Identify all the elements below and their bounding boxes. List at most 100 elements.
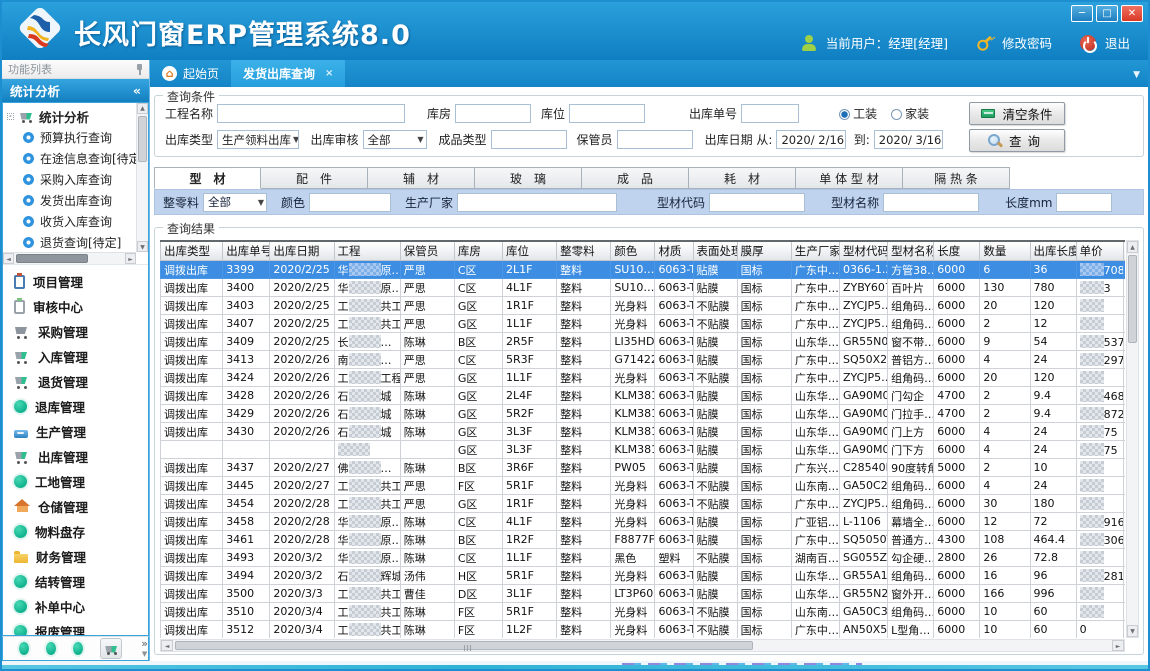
project-name-input[interactable] xyxy=(217,104,405,123)
minimize-button[interactable]: ─ xyxy=(1071,5,1093,22)
scroll-right-icon[interactable]: ► xyxy=(125,253,136,264)
table-row[interactable]: 调拨出库34302020/2/26石城陈琳G区3L3F整料KLM38176063… xyxy=(161,423,1126,441)
radio-jiazhuang[interactable]: 家装 xyxy=(891,105,929,122)
material-tab[interactable]: 成 品 xyxy=(582,167,689,189)
column-header[interactable]: 数量 xyxy=(980,241,1030,261)
sidebar-item-退库管理[interactable]: 退库管理 xyxy=(3,394,148,419)
table-row[interactable]: 调拨出库34002020/2/25华原…严思C区4L1F整料SU10…6063-… xyxy=(161,279,1126,297)
table-vertical-scrollbar[interactable]: ▲ ▼ xyxy=(1126,240,1139,638)
maker-input[interactable] xyxy=(457,193,617,212)
table-row[interactable]: 调拨出库34092020/2/25长…陈琳B区2R5F整料LI35HD6063-… xyxy=(161,333,1126,351)
column-header[interactable]: 整零料 xyxy=(557,241,611,261)
material-tab[interactable]: 辅 材 xyxy=(368,167,475,189)
scroll-left-icon[interactable]: ◄ xyxy=(3,253,14,264)
footer-cart-button[interactable] xyxy=(100,638,122,659)
order-no-input[interactable] xyxy=(741,104,799,123)
tree-expand-icon[interactable]: - xyxy=(7,113,14,120)
column-header[interactable]: 单价 xyxy=(1076,241,1123,261)
sidebar-item-出库管理[interactable]: 出库管理 xyxy=(3,444,148,469)
sidebar-item-结转管理[interactable]: 结转管理 xyxy=(3,569,148,594)
scroll-left-icon[interactable]: ◄ xyxy=(161,640,173,651)
table-row[interactable]: 调拨出库34132020/2/26南…严思C区5R3F整料G714226063-… xyxy=(161,351,1126,369)
table-row[interactable]: 调拨出库34452020/2/27工共工程严思F区5R1F整料光身料6063-T… xyxy=(161,477,1126,495)
table-row[interactable]: 调拨出库34072020/2/25工共工程严思G区1L1F整料光身料6063-T… xyxy=(161,315,1126,333)
section-header[interactable]: 统计分析 « xyxy=(2,79,149,102)
pin-icon[interactable] xyxy=(136,64,143,75)
whole-part-select[interactable]: 全部▼ xyxy=(203,193,267,212)
sidebar-item-补单中心[interactable]: 补单中心 xyxy=(3,594,148,619)
column-header[interactable]: 工程 xyxy=(334,241,400,261)
sidebar-item-仓储管理[interactable]: 仓储管理 xyxy=(3,494,148,519)
footer-dot-icon[interactable] xyxy=(73,642,83,655)
table-row[interactable]: 调拨出库33992020/2/25华原…严思C区2L1F整料SU10…6063-… xyxy=(161,261,1126,279)
material-tab[interactable]: 型 材 xyxy=(154,167,261,189)
table-row[interactable]: 调拨出库34282020/2/26石城陈琳G区2L4F整料KLM38176063… xyxy=(161,387,1126,405)
column-header[interactable]: 生产厂家 xyxy=(791,241,839,261)
table-horizontal-scrollbar[interactable]: ◄ ► xyxy=(160,639,1125,652)
table-row[interactable]: 调拨出库34612020/2/28华原…陈琳B区1R2F整料F8877FT606… xyxy=(161,531,1126,549)
column-header[interactable]: 保管员 xyxy=(400,241,454,261)
table-row[interactable]: 调拨出库34032020/2/25工共工程严思G区1R1F整料光身料6063-T… xyxy=(161,297,1126,315)
sidebar-item-物料盘存[interactable]: 物料盘存 xyxy=(3,519,148,544)
sidebar-item-项目管理[interactable]: 项目管理 xyxy=(3,269,148,294)
material-tab[interactable]: 配 件 xyxy=(261,167,368,189)
table-row[interactable]: 调拨出库34932020/3/2华原…陈琳C区1L1F整料黑色塑料不贴膜国标湖南… xyxy=(161,549,1126,567)
column-header[interactable]: 颜色 xyxy=(611,241,655,261)
tab-shipment-query[interactable]: 发货出库查询 × xyxy=(231,60,345,87)
table-row[interactable]: 调拨出库34372020/2/27佛…陈琳B区3R6F整料PW056063-T5… xyxy=(161,459,1126,477)
tree-item[interactable]: 退货查询[待定] xyxy=(7,232,136,252)
scroll-right-icon[interactable]: ► xyxy=(1112,640,1124,651)
tree-vertical-scrollbar[interactable]: ▲ ▼ xyxy=(136,103,148,252)
table-row[interactable]: 调拨出库35122020/3/4工共工程陈琳F区1L2F整料光身料6063-T5… xyxy=(161,621,1126,639)
material-tab[interactable]: 玻 璃 xyxy=(475,167,582,189)
profile-name-input[interactable] xyxy=(883,193,979,212)
tree-root[interactable]: - 统计分析 xyxy=(7,105,136,127)
audit-select[interactable]: 全部▼ xyxy=(363,130,427,149)
table-vscroll-thumb[interactable] xyxy=(1128,255,1137,343)
footer-expander[interactable]: »▼ xyxy=(141,639,148,659)
warehouse-input[interactable] xyxy=(455,104,531,123)
product-type-input[interactable] xyxy=(491,130,567,149)
table-row[interactable]: 调拨出库34582020/2/28华原…陈琳C区4L1F整料光身料6063-T5… xyxy=(161,513,1126,531)
column-header[interactable]: 型材代码 xyxy=(839,241,887,261)
table-row[interactable]: 调拨出库34542020/2/28工共工程严思G区1R1F整料光身料6063-T… xyxy=(161,495,1126,513)
outbound-type-select[interactable]: 生产领料出库▼ xyxy=(217,130,299,149)
location-input[interactable] xyxy=(569,104,645,123)
footer-dot-icon[interactable] xyxy=(46,642,56,655)
tree-vscroll-thumb[interactable] xyxy=(138,116,147,162)
table-row[interactable]: 调拨出库34292020/2/26石城陈琳G区5R2F整料KLM38176063… xyxy=(161,405,1126,423)
scroll-up-icon[interactable]: ▲ xyxy=(137,103,148,114)
table-row[interactable]: 调拨出库34242020/2/26工工程严思G区1L1F整料光身料6063-T5… xyxy=(161,369,1126,387)
tree-item[interactable]: 收货入库查询 xyxy=(7,211,136,232)
material-tab[interactable]: 耗 材 xyxy=(689,167,796,189)
tab-close-icon[interactable]: × xyxy=(325,68,333,79)
sidebar-item-报废管理[interactable]: 报废管理 xyxy=(3,619,148,635)
collapse-icon[interactable]: « xyxy=(133,83,141,98)
tree-item[interactable]: 采购入库查询 xyxy=(7,169,136,190)
results-table-header[interactable]: 出库类型出库单号出库日期工程保管员库房库位整零料颜色材质表面处理膜厚生产厂家型材… xyxy=(161,241,1126,261)
color-input[interactable] xyxy=(309,193,391,212)
column-header[interactable]: 出库类型 xyxy=(161,241,223,261)
column-header[interactable]: 出库长度 xyxy=(1030,241,1076,261)
tab-home[interactable]: 起始页 xyxy=(150,60,231,87)
sidebar-item-生产管理[interactable]: 生产管理 xyxy=(3,419,148,444)
scroll-down-icon[interactable]: ▼ xyxy=(137,241,148,252)
table-hscroll-thumb[interactable] xyxy=(175,641,753,650)
length-input[interactable] xyxy=(1056,193,1112,212)
date-to-select[interactable]: 2020/ 3/16▼ xyxy=(874,130,943,149)
scroll-up-icon[interactable]: ▲ xyxy=(1127,241,1138,253)
table-row[interactable]: 调拨出库35002020/3/3工共工程曹佳D区3L1F整料LT3P606063… xyxy=(161,585,1126,603)
sidebar-item-审核中心[interactable]: 审核中心 xyxy=(3,294,148,319)
tree-item[interactable]: 在途信息查询[待定] xyxy=(7,148,136,169)
column-header[interactable]: 长度 xyxy=(934,241,980,261)
change-password-link[interactable]: 修改密码 xyxy=(1002,33,1052,52)
clear-conditions-button[interactable]: 清空条件 xyxy=(969,102,1065,125)
tab-overflow-icon[interactable]: ▼ xyxy=(1133,70,1140,80)
sidebar-item-退货管理[interactable]: 退货管理 xyxy=(3,369,148,394)
material-tab[interactable]: 隔 热 条 xyxy=(903,167,1010,189)
keeper-input[interactable] xyxy=(617,130,693,149)
tree-item[interactable]: 发货出库查询 xyxy=(7,190,136,211)
tree-item[interactable]: 预算执行查询 xyxy=(7,127,136,148)
close-button[interactable]: ✕ xyxy=(1121,5,1143,22)
tree-hscroll-thumb[interactable] xyxy=(16,254,88,263)
